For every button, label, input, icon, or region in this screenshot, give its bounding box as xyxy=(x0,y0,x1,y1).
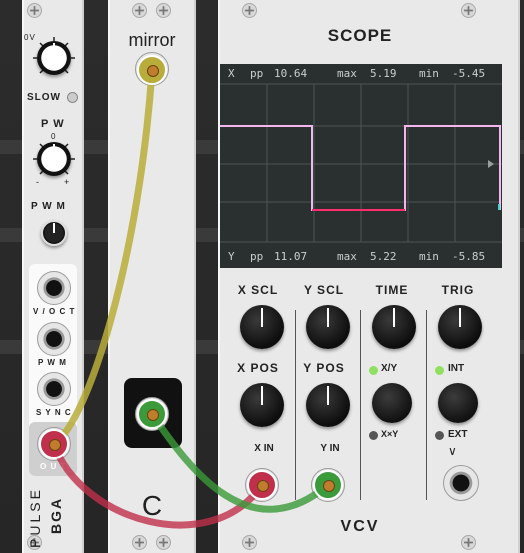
time-knob[interactable] xyxy=(372,305,416,349)
x-min-value: -5.45 xyxy=(452,67,486,80)
y-position-label: Y POS xyxy=(303,361,345,375)
pw-label: P W xyxy=(41,118,65,130)
screw xyxy=(242,535,257,550)
scope-title: SCOPE xyxy=(327,26,393,45)
screw xyxy=(242,3,257,18)
y-max-label: max xyxy=(337,250,357,263)
voct-input-jack[interactable] xyxy=(37,271,71,305)
y-pp-value: 11.07 xyxy=(274,250,308,263)
x-position-label: X POS xyxy=(237,361,279,375)
xxy-led xyxy=(369,431,378,440)
y-pp-label: pp xyxy=(250,250,264,263)
y-input-label: Y IN xyxy=(320,443,340,454)
x-position-knob[interactable] xyxy=(240,383,284,427)
pwm-input-label: P W M xyxy=(38,358,67,367)
y-min-label: min xyxy=(419,250,439,263)
slow-toggle[interactable] xyxy=(67,92,78,103)
pwm-attenuator-knob[interactable] xyxy=(41,220,67,246)
scope-display: X pp 10.64 max 5.19 min -5.45 Y pp 11.07… xyxy=(220,64,502,268)
int-led xyxy=(435,366,444,375)
pulse-module: 0V SLOW P W 0 - + P W M V / O C T P W M … xyxy=(22,0,84,553)
trigger-marker-icon xyxy=(488,160,494,168)
ext-led xyxy=(435,431,444,440)
xy-mode-label: X/Y xyxy=(381,363,398,374)
y-channel-label: Y xyxy=(228,250,235,263)
y-min-value: -5.85 xyxy=(452,250,486,263)
ext-label: EXT xyxy=(448,429,468,440)
x-pp-value: 10.64 xyxy=(274,67,308,80)
x-trace xyxy=(220,125,501,211)
y-input-plug[interactable] xyxy=(313,470,343,500)
pw-knob[interactable] xyxy=(37,142,71,176)
screw xyxy=(461,535,476,550)
divider-line xyxy=(426,310,427,500)
y-scale-label: Y SCL xyxy=(303,283,345,297)
mirror-title: mirror xyxy=(128,30,176,50)
trig-arrow: ∨ xyxy=(448,444,457,458)
divider-line xyxy=(295,310,296,500)
bga-brand: BGA xyxy=(48,496,64,534)
frequency-knob[interactable] xyxy=(37,41,71,75)
external-trigger-jack[interactable] xyxy=(443,465,479,501)
mirror-output-plug[interactable] xyxy=(137,399,167,429)
int-label: INT xyxy=(448,363,465,374)
x-input-label: X IN xyxy=(254,443,274,454)
mirror-input-plug[interactable] xyxy=(137,55,167,85)
screw xyxy=(461,3,476,18)
sync-label: S Y N C xyxy=(36,408,72,417)
screw xyxy=(132,535,147,550)
slow-label: SLOW xyxy=(27,92,61,103)
pulse-out-plug[interactable] xyxy=(39,429,69,459)
x-min-label: min xyxy=(419,67,439,80)
out-label: O U T xyxy=(40,462,67,471)
pulse-title: PULSE xyxy=(27,487,43,548)
x-max-value: 5.19 xyxy=(370,67,397,80)
screw xyxy=(156,535,171,550)
xy-led xyxy=(369,366,378,375)
y-max-value: 5.22 xyxy=(370,250,397,263)
scope-grid xyxy=(220,83,502,243)
time-label: TIME xyxy=(375,283,409,297)
trig-source-button[interactable] xyxy=(438,383,478,423)
x-input-plug[interactable] xyxy=(247,470,277,500)
x-max-label: max xyxy=(337,67,357,80)
vcv-logo: VCV xyxy=(340,518,380,535)
x-pp-label: pp xyxy=(250,67,264,80)
mirror-letter: C xyxy=(141,490,163,521)
voct-label: V / O C T xyxy=(33,307,76,316)
trig-label: TRIG xyxy=(441,283,475,297)
trig-level-knob[interactable] xyxy=(438,305,482,349)
x-scale-label: X SCL xyxy=(237,283,279,297)
divider-line xyxy=(360,310,361,500)
pwm-input-jack[interactable] xyxy=(37,322,71,356)
screw xyxy=(132,3,147,18)
x-channel-label: X xyxy=(228,67,235,80)
y-scale-knob[interactable] xyxy=(306,305,350,349)
xy-mode-button[interactable] xyxy=(372,383,412,423)
sync-input-jack[interactable] xyxy=(37,372,71,406)
screw xyxy=(27,3,42,18)
screw xyxy=(156,3,171,18)
xxy-mode-label: X×Y xyxy=(381,429,399,439)
x-scale-knob[interactable] xyxy=(240,305,284,349)
y-position-knob[interactable] xyxy=(306,383,350,427)
pwm-label: P W M xyxy=(31,201,66,212)
